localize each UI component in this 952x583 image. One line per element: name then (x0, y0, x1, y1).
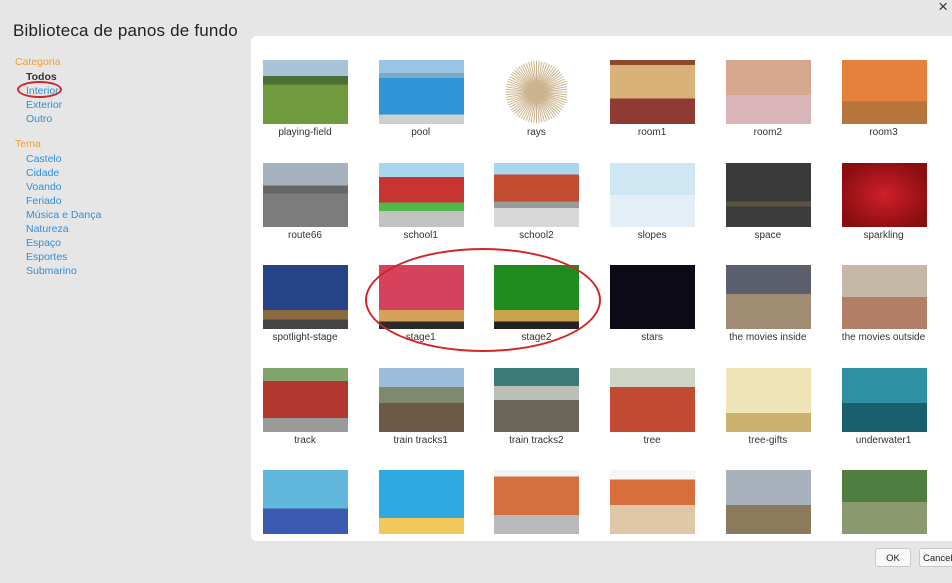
backdrop-thumbnail (263, 60, 348, 124)
backdrop-thumbnail (378, 367, 464, 432)
backdrop-label: spotlight-stage (272, 332, 338, 343)
backdrop-thumbnail (725, 367, 811, 432)
backdrop-thumbnail (725, 470, 811, 534)
category-item-exterior[interactable]: Exterior (26, 98, 235, 112)
backdrop-label: tree (643, 434, 661, 446)
backdrop-thumbnail (494, 367, 580, 432)
backdrop-thumbnail (494, 265, 580, 329)
backdrop-label: stars (641, 332, 663, 343)
sidebar: Categoria Todos Interior Exterior Outro … (15, 55, 235, 278)
backdrop-thumbnail (263, 367, 348, 432)
theme-item-esportes[interactable]: Esportes (26, 250, 235, 264)
theme-item-cidade[interactable]: Cidade (26, 166, 235, 180)
rays-icon (505, 61, 568, 123)
backdrop-thumbnail (378, 265, 464, 329)
backdrop-thumbnail (263, 162, 348, 227)
backdrop-thumbnail (610, 162, 696, 227)
backdrop-thumbnail (610, 470, 696, 534)
backdrop-label: room2 (753, 127, 782, 138)
backdrop-thumbnail (494, 60, 580, 124)
backdrop-label: the movies inside (729, 332, 807, 343)
backdrop-thumbnail (378, 470, 464, 534)
backdrop-label: the movies outside (841, 332, 926, 343)
annotation-circle (17, 81, 62, 98)
cancel-button[interactable]: Cancel (919, 548, 952, 567)
backdrop-label: space (754, 229, 782, 241)
theme-item-musica-e-danca[interactable]: Música e Dança (26, 208, 235, 222)
backdrop-thumbnail (841, 162, 927, 227)
backdrop-label: sparkling (863, 229, 904, 241)
backdrop-thumbnail (725, 162, 811, 227)
backdrop-thumbnail (610, 60, 696, 124)
category-heading: Categoria (15, 56, 61, 68)
backdrop-label: school1 (403, 229, 438, 241)
backdrop-thumbnail (841, 367, 927, 432)
backdrop-thumbnail (263, 265, 348, 329)
backdrop-thumbnail (378, 162, 464, 227)
backdrop-label: slopes (637, 229, 667, 241)
theme-item-feriado[interactable]: Feriado (26, 194, 235, 208)
close-icon[interactable]: × (938, 0, 948, 17)
backdrop-thumbnail (725, 265, 811, 329)
category-list: Todos Interior Exterior Outro (17, 70, 235, 126)
backdrop-label: school2 (519, 229, 554, 241)
backdrop-thumbnail (841, 60, 927, 124)
theme-item-castelo[interactable]: Castelo (26, 152, 235, 166)
backdrop-thumbnail (494, 470, 580, 534)
theme-heading: Tema (15, 138, 41, 150)
backdrop-library-panel[interactable]: playing-field pool rays room1 room2 room3 rout… (251, 36, 952, 541)
category-item-todos[interactable]: Todos (26, 70, 235, 84)
backdrop-label: playing-field (278, 127, 332, 138)
backdrop-thumbnail (610, 265, 696, 329)
backdrop-label: tree-gifts (748, 434, 788, 446)
theme-item-submarino[interactable]: Submarino (26, 264, 235, 278)
theme-item-espaco[interactable]: Espaço (26, 236, 235, 250)
dialog-title: Biblioteca de panos de fundo (13, 21, 238, 40)
backdrop-label: pool (411, 127, 431, 138)
theme-item-voando[interactable]: Voando (26, 180, 235, 194)
backdrop-thumbnail (725, 60, 811, 124)
theme-list: Castelo Cidade Voando Feriado Música e D… (26, 152, 235, 278)
backdrop-label: train tracks1 (393, 434, 448, 446)
backdrop-label: room1 (637, 127, 667, 138)
backdrop-thumbnail (610, 367, 696, 432)
category-item-interior-highlight: Interior (17, 81, 62, 98)
backdrop-thumbnail (841, 265, 927, 329)
backdrop-label: route66 (288, 229, 322, 241)
backdrop-label: room3 (869, 127, 898, 138)
backdrop-label: stage1 (405, 332, 436, 343)
backdrop-label: stage2 (521, 332, 552, 343)
category-item-outro[interactable]: Outro (26, 112, 235, 126)
backdrop-thumbnail (494, 162, 580, 227)
backdrop-label: underwater1 (855, 434, 912, 446)
backdrop-label: train tracks2 (509, 434, 564, 446)
backdrop-label: rays (526, 127, 546, 138)
ok-button[interactable]: OK (875, 548, 911, 567)
backdrop-label: track (294, 434, 316, 446)
backdrop-thumbnail (841, 470, 927, 534)
theme-item-natureza[interactable]: Natureza (26, 222, 235, 236)
category-item-interior-wrap: Interior (17, 81, 235, 98)
backdrop-thumbnail (378, 60, 464, 124)
backdrop-thumbnail (263, 470, 348, 534)
